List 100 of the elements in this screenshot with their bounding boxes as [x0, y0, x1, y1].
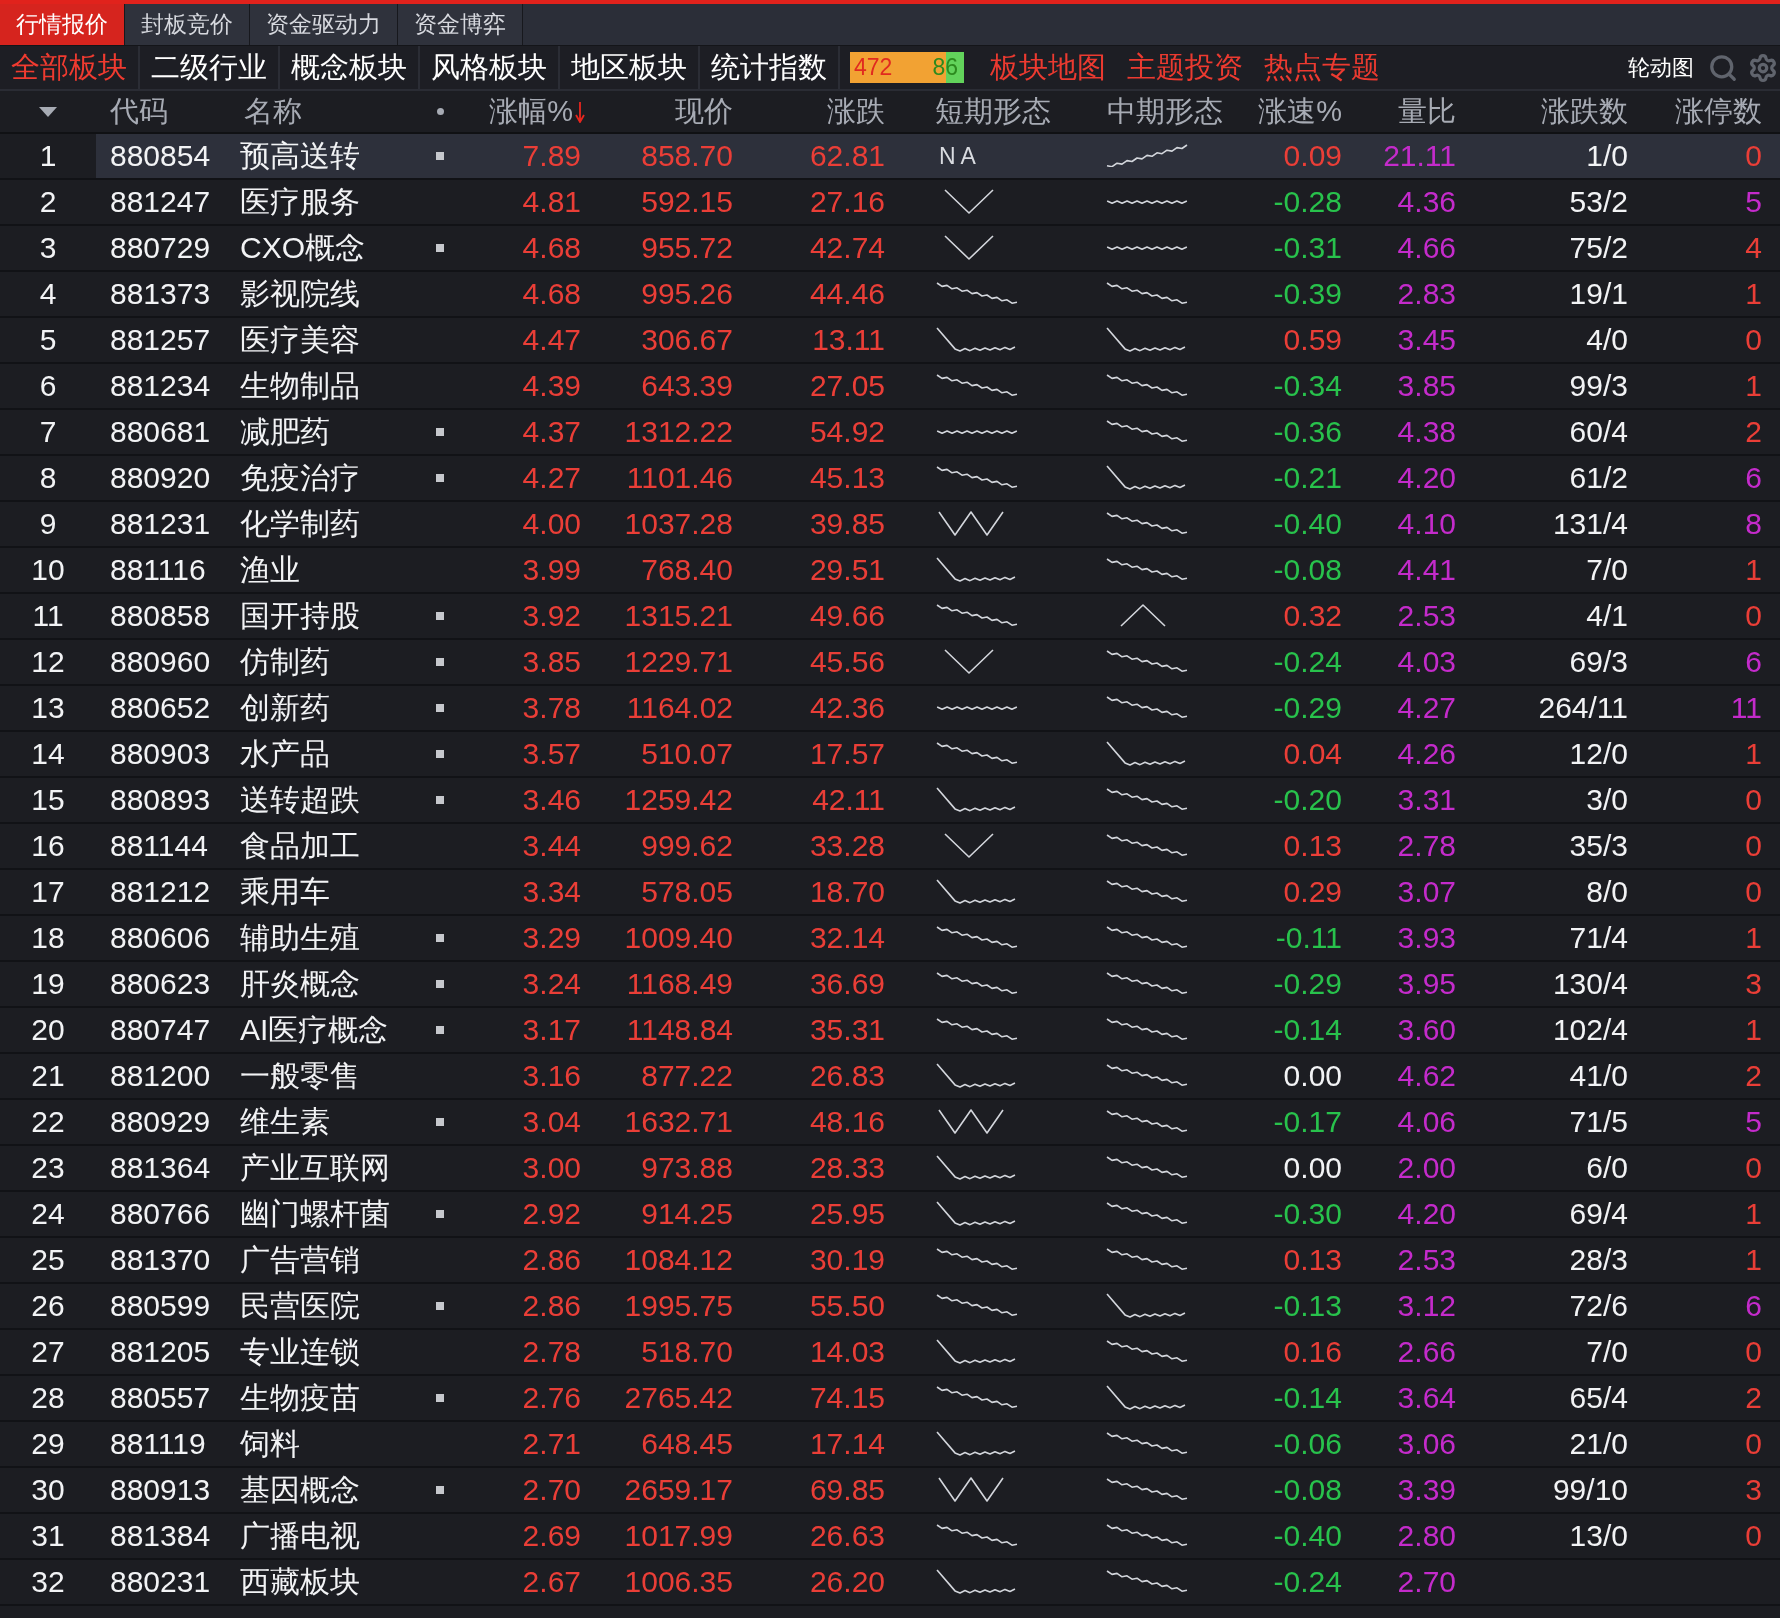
advance-decline-count: 1/0 [1586, 141, 1628, 171]
advance-decline-count: 19/1 [1569, 279, 1628, 309]
rise-speed: -0.06 [1273, 1429, 1342, 1459]
advance-decline-count: 69/4 [1569, 1199, 1628, 1229]
current-price: 643.39 [641, 371, 733, 401]
sector-code: 880729 [110, 233, 211, 263]
category-tab[interactable]: 概念板块 [280, 46, 420, 89]
column-header[interactable]: 涨停数 [1675, 97, 1762, 126]
column-header[interactable]: 量比 [1398, 97, 1456, 126]
row-number: 13 [31, 693, 65, 723]
current-price: 1995.75 [624, 1291, 733, 1321]
caret-down-icon[interactable] [39, 106, 57, 117]
limit-up-count: 0 [1745, 831, 1762, 861]
advancing-count: 472 [854, 55, 893, 80]
column-header[interactable]: 短期形态 [935, 97, 1051, 126]
column-header[interactable]: 中期形态 [1107, 97, 1223, 126]
column-header[interactable]: 涨跌数 [1541, 97, 1628, 126]
price-change: 17.57 [809, 739, 885, 769]
sector-code: 881373 [110, 279, 211, 309]
row-number: 10 [31, 555, 65, 585]
trend-sparkline [938, 1477, 1004, 1503]
row-number: 31 [31, 1521, 65, 1551]
column-header[interactable]: 涨跌 [827, 97, 885, 126]
volume-ratio: 2.83 [1397, 279, 1456, 309]
sector-name: 饲料 [240, 1429, 300, 1459]
advance-decline-count: 4/1 [1586, 601, 1628, 631]
sector-name: 仿制药 [240, 647, 330, 677]
sector-code: 880766 [110, 1199, 211, 1229]
search-icon[interactable] [1708, 52, 1738, 83]
column-header[interactable]: 现价 [675, 97, 733, 126]
advance-decline-count: 264/11 [1538, 693, 1628, 723]
rotation-chart-button[interactable]: 轮动图 [1628, 52, 1694, 83]
trend-sparkline [944, 833, 994, 859]
row-number: 12 [31, 647, 65, 677]
row-number: 1 [39, 141, 57, 171]
change-percent: 2.78 [522, 1337, 581, 1367]
category-tab[interactable]: 全部板块 [0, 46, 140, 89]
sector-name: 维生素 [240, 1107, 330, 1137]
category-tab[interactable]: 地区板块 [560, 46, 700, 89]
limit-up-count: 0 [1745, 1521, 1762, 1551]
category-tab[interactable]: 统计指数 [700, 46, 840, 89]
table-row[interactable]: 880854 预高送转 7.89 858.70 62.81 NA 0.09 21.11 1/0 0 [96, 134, 1780, 178]
row-number: 32 [31, 1567, 65, 1597]
rise-speed: -0.28 [1273, 187, 1342, 217]
change-percent: 3.34 [522, 877, 581, 907]
row-number: 7 [39, 417, 57, 447]
trend-sparkline [944, 235, 994, 261]
current-price: 1006.35 [624, 1567, 733, 1597]
limit-up-count: 1 [1745, 1015, 1762, 1045]
limit-up-count: 8 [1745, 509, 1762, 539]
advance-decline-count: 13/0 [1569, 1521, 1628, 1551]
sector-name: 影视院线 [240, 279, 360, 309]
current-price: 1148.84 [626, 1015, 733, 1045]
column-header[interactable]: 代码 [110, 97, 168, 126]
rise-speed: -0.30 [1273, 1199, 1342, 1229]
sector-name: 辅助生殖 [240, 923, 360, 953]
volume-ratio: 2.53 [1397, 601, 1456, 631]
sector-name: 医疗服务 [240, 187, 360, 217]
advance-decline-count: 75/2 [1569, 233, 1628, 263]
current-price: 648.45 [641, 1429, 733, 1459]
advance-decline-count: 131/4 [1552, 509, 1628, 539]
current-price: 1632.71 [624, 1107, 733, 1137]
feature-link[interactable]: 板块地图 [990, 47, 1106, 88]
column-header[interactable]: 涨速% [1258, 97, 1342, 126]
tab[interactable]: 行情报价 [0, 4, 125, 45]
tab[interactable]: 资金驱动力 [250, 4, 398, 45]
limit-up-count: 3 [1745, 1475, 1762, 1505]
rise-speed: 0.00 [1283, 1153, 1342, 1183]
sector-code: 880854 [110, 141, 211, 171]
volume-ratio: 4.06 [1397, 1107, 1456, 1137]
sector-name: 创新药 [240, 693, 330, 723]
feature-link[interactable]: 主题投资 [1127, 47, 1243, 88]
current-price: 306.67 [641, 325, 733, 355]
current-price: 914.25 [641, 1199, 733, 1229]
volume-ratio: 3.85 [1397, 371, 1456, 401]
rise-speed: -0.17 [1273, 1107, 1342, 1137]
settings-icon[interactable] [1748, 52, 1778, 83]
current-price: 1084.12 [624, 1245, 733, 1275]
tab[interactable]: 封板竞价 [125, 4, 250, 45]
price-change: 45.56 [809, 647, 885, 677]
category-tab[interactable]: 二级行业 [140, 46, 280, 89]
change-percent: 4.37 [522, 417, 581, 447]
limit-up-count: 1 [1745, 923, 1762, 953]
current-price: 1312.22 [624, 417, 733, 447]
limit-up-count: 0 [1745, 877, 1762, 907]
current-price: 2765.42 [624, 1383, 733, 1413]
current-price: 578.05 [641, 877, 733, 907]
column-header[interactable]: 名称 [244, 97, 302, 126]
column-header[interactable]: 涨幅% [489, 97, 573, 126]
price-change: 27.16 [809, 187, 885, 217]
tab[interactable]: 资金博弈 [398, 4, 523, 45]
category-tab[interactable]: 风格板块 [420, 46, 560, 89]
rise-speed: -0.24 [1273, 647, 1342, 677]
price-change: 36.69 [809, 969, 885, 999]
feature-link[interactable]: 热点专题 [1264, 47, 1380, 88]
change-percent: 3.78 [522, 693, 581, 723]
limit-up-count: 2 [1745, 1061, 1762, 1091]
price-change: 48.16 [809, 1107, 885, 1137]
advance-decline-count: 41/0 [1569, 1061, 1628, 1091]
price-change: 27.05 [809, 371, 885, 401]
